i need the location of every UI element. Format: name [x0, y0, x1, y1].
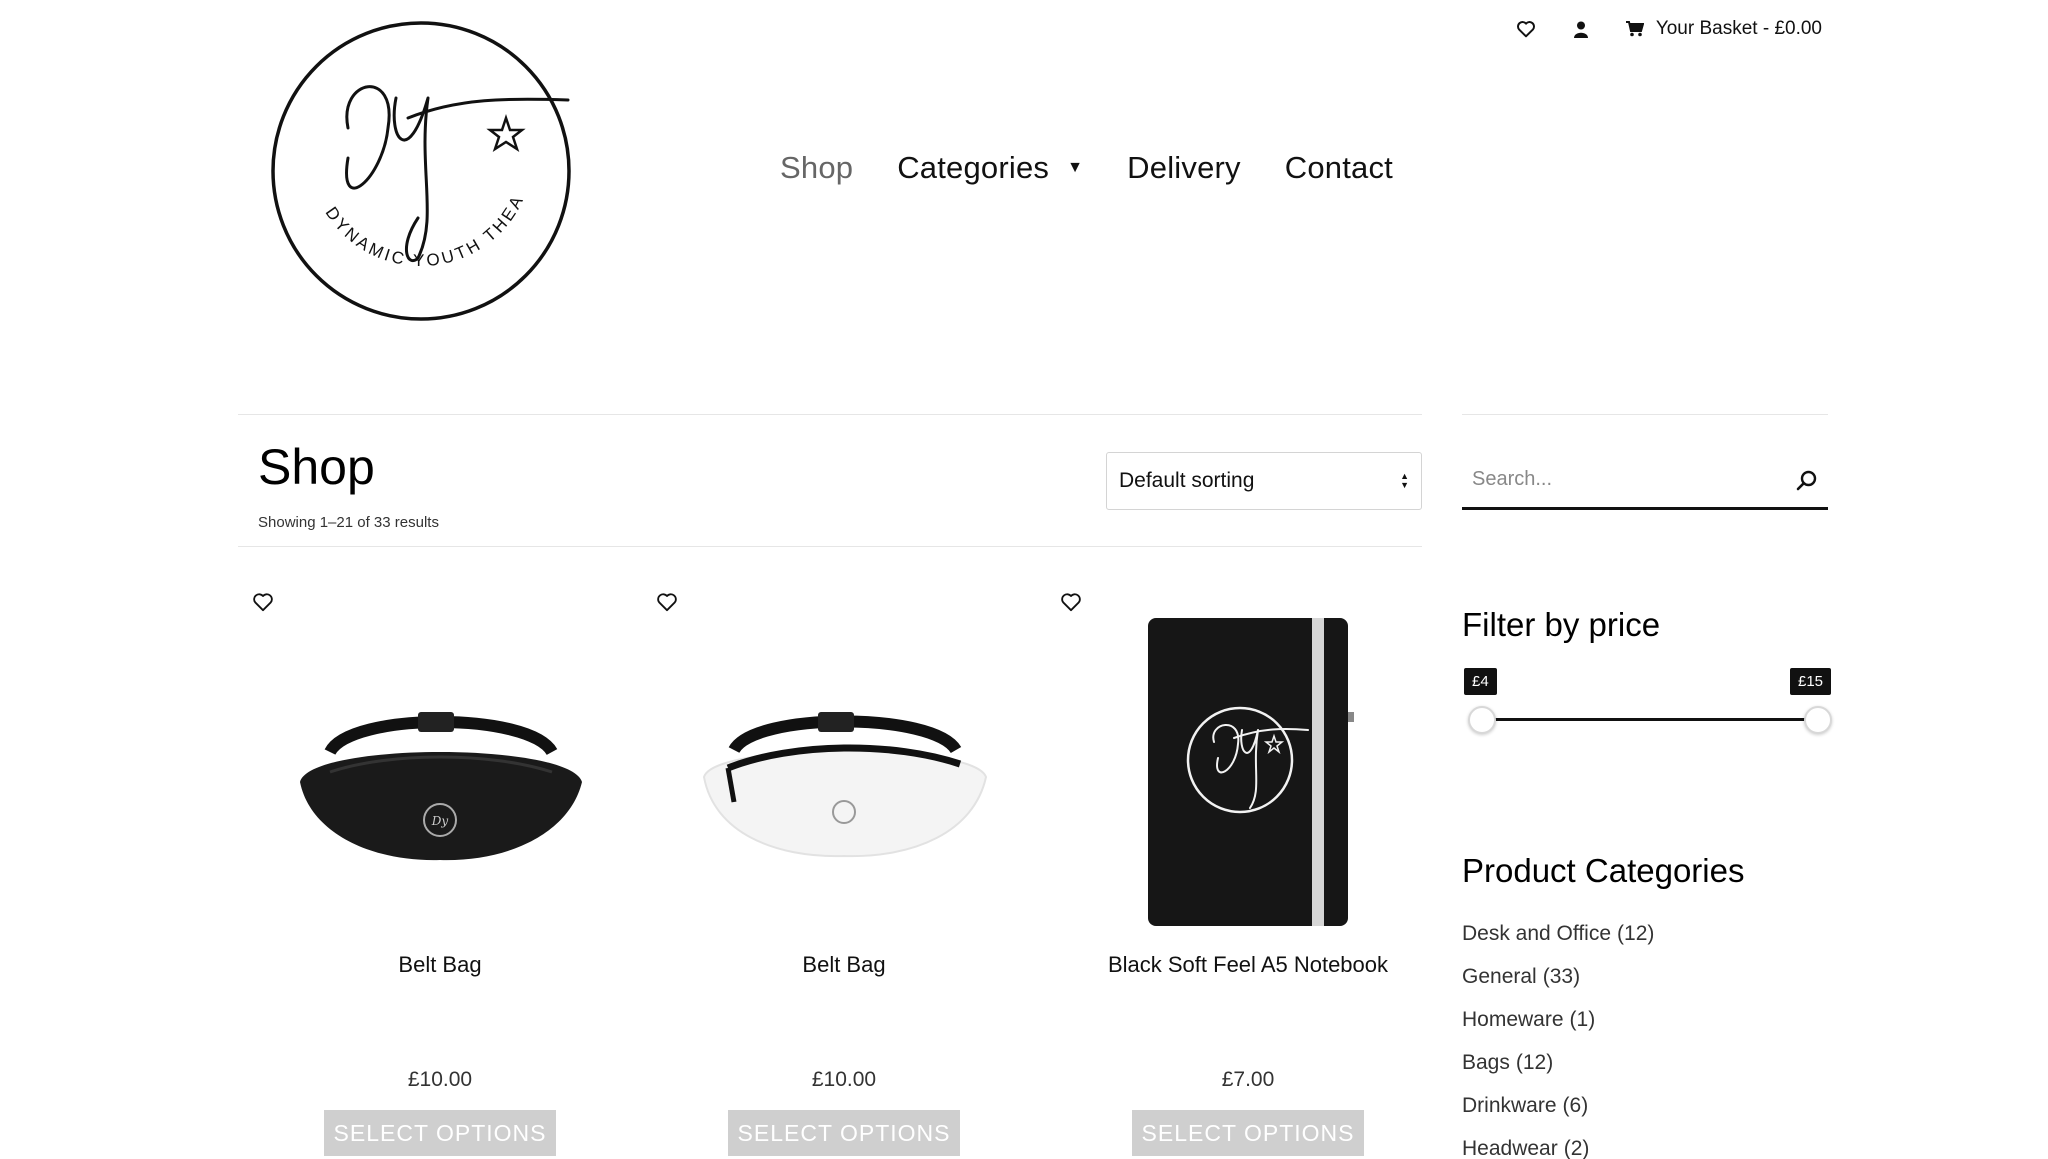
product-card: Belt Bag £10.00 SELECT OPTIONS — [642, 580, 1046, 1159]
nav-item-label: Contact — [1284, 150, 1393, 185]
list-item: Bags (12) — [1462, 1041, 1654, 1084]
category-count: (12) — [1515, 1050, 1554, 1074]
basket-label: Your Basket - £0.00 — [1655, 18, 1822, 39]
select-arrows-icon: ▲ ▼ — [1400, 471, 1409, 490]
svg-text:DYNAMIC YOUTH THEATRE: DYNAMIC YOUTH THEATRE — [268, 18, 528, 270]
list-item: Homeware (1) — [1462, 998, 1654, 1041]
divider — [238, 414, 1422, 415]
white-belt-bag-image — [702, 712, 988, 858]
select-options-button[interactable]: SELECT OPTIONS — [728, 1110, 960, 1156]
list-item: General (33) — [1462, 955, 1654, 998]
dyt-logo-icon: DYNAMIC YOUTH THEATRE — [260, 3, 571, 321]
category-link[interactable]: Drinkware — [1462, 1094, 1557, 1118]
divider — [1462, 414, 1828, 415]
sorting-value: Default sorting — [1119, 469, 1255, 492]
price-slider-max-handle[interactable] — [1804, 706, 1832, 734]
product-name[interactable]: Belt Bag — [238, 952, 642, 978]
product-price: £7.00 — [1221, 1068, 1275, 1091]
category-link[interactable]: Headwear — [1462, 1137, 1558, 1159]
cart-icon — [1625, 21, 1644, 37]
categories-title: Product Categories — [1462, 852, 1745, 889]
category-count: (1) — [1569, 1007, 1596, 1031]
product-image[interactable]: Dy — [262, 602, 618, 942]
price-max-badge: £15 — [1790, 668, 1832, 695]
filter-price-title: Filter by price — [1462, 606, 1661, 643]
notebook-image — [1148, 618, 1354, 926]
category-count: (2) — [1563, 1136, 1590, 1159]
category-link[interactable]: General — [1462, 965, 1537, 989]
nav-item-label: Shop — [780, 150, 854, 185]
search-input[interactable]: Search... — [1462, 452, 1828, 510]
nav-item-delivery[interactable]: Delivery — [1127, 150, 1241, 186]
account-link[interactable] — [1573, 21, 1588, 38]
category-list: Desk and Office (12) General (33) Homeware… — [1462, 912, 1654, 1159]
price-slider-track[interactable] — [1478, 718, 1812, 721]
sorting-select[interactable]: Default sorting ▲ ▼ — [1106, 452, 1422, 510]
heart-icon — [1516, 21, 1535, 38]
product-card: Black Soft Feel A5 Notebook £7.00 SELECT… — [1046, 580, 1450, 1159]
list-item: Desk and Office (12) — [1462, 912, 1654, 955]
product-price: £10.00 — [811, 1068, 877, 1091]
header-utility-bar: Your Basket - £0.00 — [1516, 18, 1822, 40]
page-title: Shop — [258, 439, 375, 495]
list-item: Drinkware (6) — [1462, 1084, 1654, 1127]
logo-text: DYNAMIC YOUTH THEATRE — [260, 3, 524, 270]
wishlist-link[interactable] — [1516, 20, 1536, 38]
select-options-button[interactable]: SELECT OPTIONS — [1132, 1110, 1364, 1156]
product-price: £10.00 — [407, 1068, 473, 1091]
nav-item-shop[interactable]: Shop — [780, 150, 853, 186]
basket-link[interactable]: Your Basket - £0.00 — [1625, 18, 1822, 40]
product-image[interactable] — [1070, 602, 1426, 942]
nav-item-categories[interactable]: Categories ▼ — [897, 150, 1083, 186]
caret-down-icon: ▼ — [1067, 159, 1084, 176]
nav-item-contact[interactable]: Contact — [1285, 150, 1393, 186]
product-image[interactable] — [666, 602, 1022, 942]
user-icon — [1573, 21, 1588, 38]
result-count: Showing 1–21 of 33 results — [258, 514, 439, 531]
divider — [238, 546, 1422, 547]
category-link[interactable]: Bags — [1462, 1051, 1510, 1075]
category-link[interactable]: Desk and Office — [1462, 922, 1611, 946]
category-count: (6) — [1562, 1093, 1589, 1117]
product-name[interactable]: Belt Bag — [642, 952, 1046, 978]
product-name[interactable]: Black Soft Feel A5 Notebook — [1046, 952, 1450, 978]
select-options-button[interactable]: SELECT OPTIONS — [324, 1110, 556, 1156]
search-placeholder: Search... — [1472, 468, 1553, 490]
list-item: Headwear (2) — [1462, 1127, 1654, 1159]
category-link[interactable]: Homeware — [1462, 1008, 1564, 1032]
nav-item-label: Delivery — [1127, 150, 1241, 185]
category-count: (12) — [1617, 921, 1655, 945]
svg-text:Dy: Dy — [431, 814, 449, 828]
main-nav: Shop Categories ▼ Delivery Contact — [780, 150, 1437, 186]
nav-item-label: Categories — [897, 150, 1050, 185]
price-slider-min-handle[interactable] — [1468, 706, 1496, 734]
product-card: Dy Belt Bag £10.00 SELECT OPTIONS — [238, 580, 642, 1159]
black-belt-bag-image: Dy — [300, 712, 582, 861]
category-count: (33) — [1542, 964, 1581, 988]
price-min-badge: £4 — [1464, 668, 1497, 695]
site-logo[interactable]: DYNAMIC YOUTH THEATRE — [260, 3, 574, 324]
search-icon[interactable] — [1796, 469, 1818, 491]
